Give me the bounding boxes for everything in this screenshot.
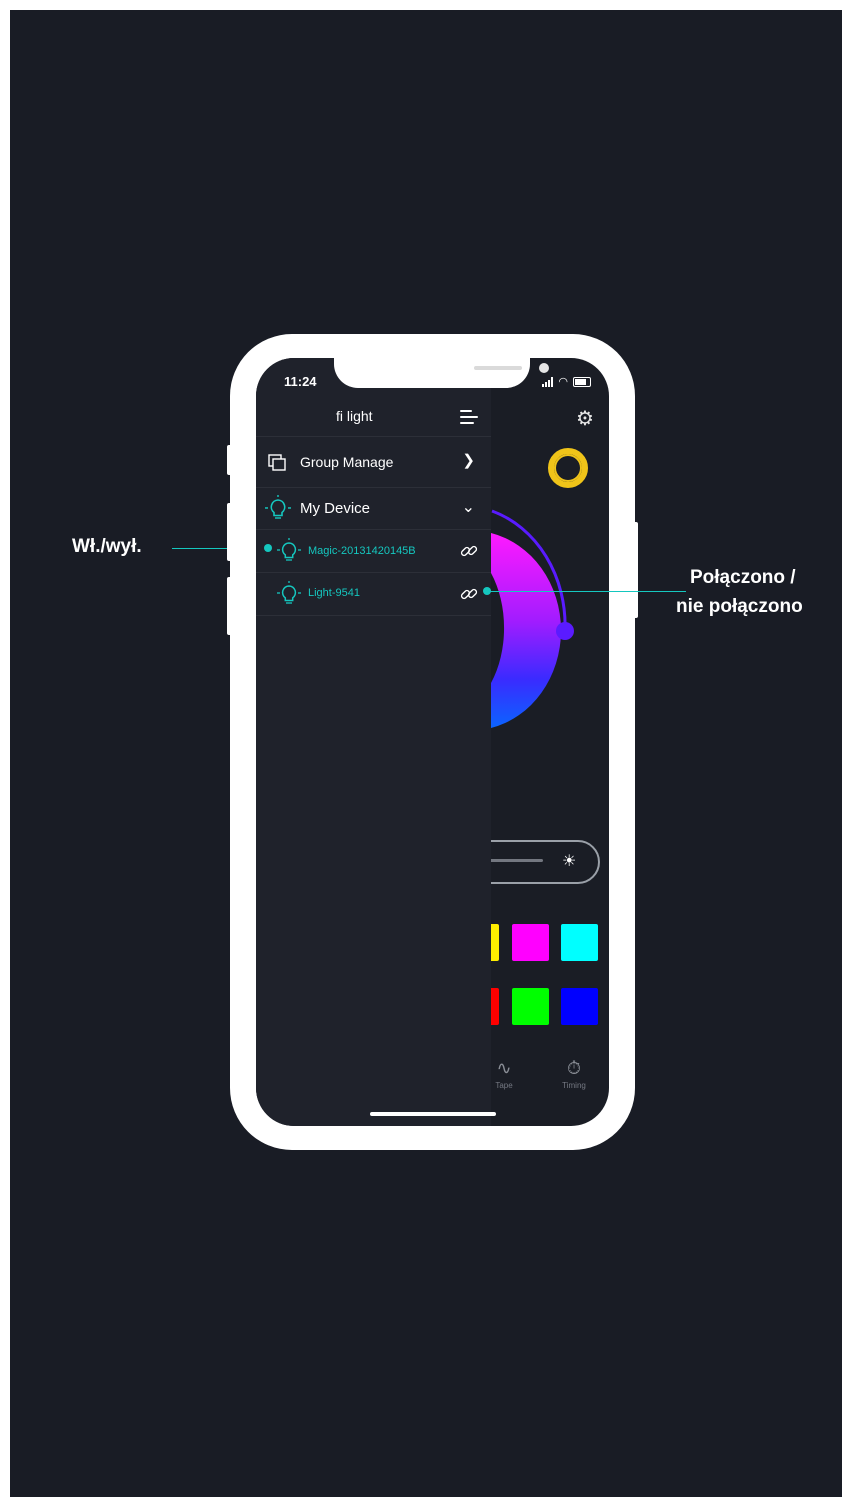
signal-icon [542, 376, 554, 387]
phone-screen: ⚙ ☀ ∿ Tape ⏱ Timing fi light Group Manag… [256, 358, 609, 1126]
group-manage-label: Group Manage [300, 454, 394, 470]
tab-timing-label: Timing [562, 1081, 586, 1090]
device-row[interactable]: Magic-20131420145B [256, 530, 491, 573]
annotation-connected-line1: Połączono / [690, 567, 796, 588]
my-device-label: My Device [300, 500, 371, 517]
battery-icon [573, 376, 591, 387]
brightness-sun-icon: ☀ [562, 853, 577, 870]
group-stack-icon [268, 454, 286, 471]
annotation-dot-right [483, 587, 491, 595]
status-icons: ◠ [542, 375, 591, 388]
side-drawer: fi light Group Manage ❯ My Device ⌄ Magi… [256, 358, 491, 1126]
swatch-green[interactable] [512, 988, 549, 1025]
home-indicator [370, 1112, 496, 1116]
device-name: Magic-20131420145B [308, 545, 416, 557]
bulb-icon [265, 495, 291, 519]
device-power-bulb-icon[interactable] [276, 538, 302, 564]
menu-icon[interactable] [460, 410, 478, 425]
swatch-magenta[interactable] [512, 924, 549, 961]
tab-tape-label: Tape [495, 1081, 513, 1090]
timer-icon: ⏱ [566, 1058, 582, 1078]
settings-gear-icon[interactable]: ⚙ [576, 406, 594, 431]
annotation-dot-left [264, 544, 272, 552]
swatch-cyan[interactable] [561, 924, 598, 961]
device-name: Light-9541 [308, 587, 360, 599]
status-time: 11:24 [284, 374, 317, 389]
tab-timing[interactable]: ⏱ Timing [554, 1058, 594, 1090]
annotation-on-off: Wł./wył. [72, 536, 142, 557]
annotation-connected-line2: nie połączono [676, 596, 803, 617]
drawer-title: fi light [336, 408, 373, 424]
chevron-down-icon: ⌄ [461, 499, 475, 516]
annotation-leader-right [488, 591, 686, 592]
device-power-bulb-icon[interactable] [276, 581, 302, 607]
speaker-grille [474, 366, 522, 370]
front-camera [539, 363, 549, 373]
link-icon[interactable] [459, 584, 479, 604]
phone-notch [334, 358, 549, 388]
wifi-icon: ◠ [558, 376, 568, 388]
hue-slider-handle[interactable] [556, 622, 574, 640]
group-manage-row[interactable]: Group Manage ❯ [256, 436, 491, 488]
brightness-track [486, 859, 543, 862]
swatch-blue[interactable] [561, 988, 598, 1025]
chevron-right-icon: ❯ [462, 452, 475, 469]
device-row[interactable]: Light-9541 [256, 573, 491, 616]
my-device-row[interactable]: My Device ⌄ [256, 487, 491, 530]
link-icon[interactable] [459, 541, 479, 561]
power-ring-icon[interactable] [548, 448, 588, 488]
